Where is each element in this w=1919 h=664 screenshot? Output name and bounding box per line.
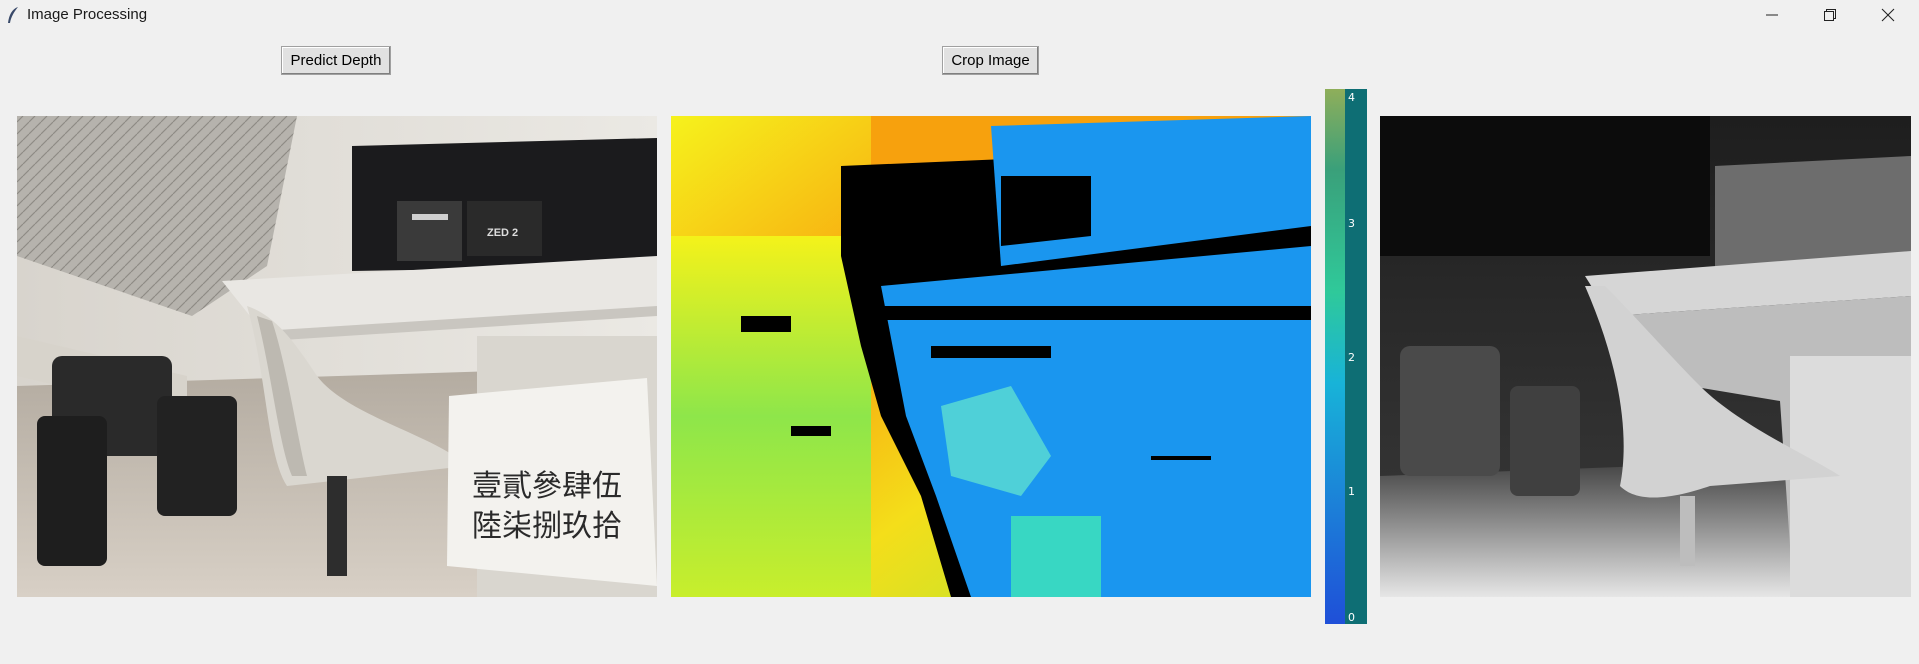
restore-icon bbox=[1824, 9, 1836, 21]
close-button[interactable] bbox=[1859, 0, 1917, 30]
window-title: Image Processing bbox=[27, 6, 148, 23]
note-line-1: 壹貳參肆伍 bbox=[472, 469, 622, 504]
feather-icon bbox=[8, 7, 18, 23]
close-icon bbox=[1881, 8, 1895, 22]
colorbar-tick-0: 0 bbox=[1348, 611, 1355, 624]
restore-button[interactable] bbox=[1801, 0, 1859, 30]
depth-colormap-image bbox=[671, 116, 1311, 597]
depth-colorbar bbox=[1325, 89, 1367, 624]
minimize-icon bbox=[1766, 14, 1778, 16]
colorbar-tick-4: 4 bbox=[1348, 91, 1355, 104]
depth-grayscale-image bbox=[1380, 116, 1911, 597]
svg-text:ZED 2: ZED 2 bbox=[487, 227, 518, 239]
note-line-2: 陸柒捌玖拾 bbox=[472, 509, 622, 544]
crop-image-button[interactable]: Crop Image bbox=[942, 46, 1039, 75]
colorbar-tick-3: 3 bbox=[1348, 217, 1355, 230]
title-bar: Image Processing bbox=[0, 0, 1919, 30]
original-image: ZED 2 壹貳參肆伍 陸柒捌玖拾 bbox=[17, 116, 657, 597]
minimize-button[interactable] bbox=[1743, 0, 1801, 30]
predict-depth-button[interactable]: Predict Depth bbox=[281, 46, 391, 75]
colorbar-tick-2: 2 bbox=[1348, 351, 1355, 364]
colorbar-tick-1: 1 bbox=[1348, 485, 1355, 498]
